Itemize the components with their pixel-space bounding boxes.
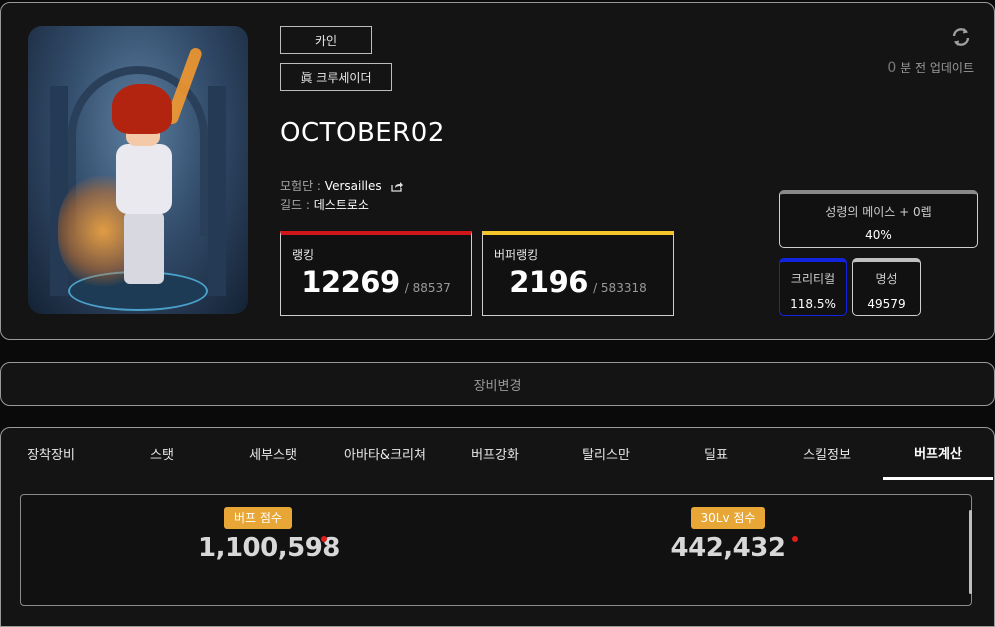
ranking-value: 12269 (301, 265, 400, 299)
lv30-score: 30Lv 점수 442,432 (668, 494, 788, 563)
share-icon[interactable] (391, 181, 404, 192)
adventure-name[interactable]: Versailles (325, 179, 382, 193)
update-suffix: 분 전 업데이트 (900, 61, 974, 75)
portrait-pillar-right (208, 86, 226, 296)
guild-line: 길드 : 데스트로소 (280, 196, 369, 213)
portrait-legs (124, 212, 164, 284)
mace-stat-box: 성령의 메이스 + 0렙 40% (779, 190, 978, 248)
guild-name: 데스트로소 (313, 198, 369, 212)
fame-label: 명성 (875, 272, 898, 286)
ranking-box: 랭킹 12269 / 88537 (280, 231, 472, 316)
buff-score-value: 1,100,598 (198, 533, 340, 563)
update-status: 0 분 전 업데이트 (887, 59, 974, 76)
tab-detail-stats[interactable]: 세부스탯 (218, 427, 328, 480)
buffer-ranking-label: 버퍼랭킹 (494, 248, 539, 262)
character-portrait (28, 26, 248, 314)
class-tag: 眞 크루세이더 (280, 63, 392, 91)
fame-stat-box: 명성 49579 (852, 258, 921, 316)
lv30-score-value: 442,432 (670, 533, 786, 563)
ranking-total: / 88537 (404, 281, 451, 295)
tab-stats[interactable]: 스탯 (107, 427, 217, 480)
server-tag: 카인 (280, 26, 372, 54)
tab-buff-calc[interactable]: 버프계산 (883, 427, 993, 480)
buff-score: 버프 점수 1,100,598 (198, 494, 340, 563)
lv30-score-dot (792, 536, 798, 542)
refresh-icon[interactable] (950, 26, 972, 48)
equip-change-button[interactable]: 장비변경 (0, 362, 995, 406)
fame-value: 49579 (867, 297, 906, 311)
portrait-body (116, 144, 172, 214)
buffer-ranking-value: 2196 (509, 265, 588, 299)
lv30-score-label: 30Lv 점수 (690, 507, 766, 529)
buff-score-dot (321, 536, 327, 542)
tab-buff-enhance[interactable]: 버프강화 (440, 427, 550, 480)
mace-value: 40% (865, 228, 892, 242)
tab-skill-info[interactable]: 스킬정보 (772, 427, 882, 480)
adventure-line: 모험단 : Versailles (280, 177, 404, 194)
ranking-label: 랭킹 (292, 248, 315, 262)
buffer-ranking-box: 버퍼랭킹 2196 / 583318 (482, 231, 674, 316)
score-panel (20, 494, 972, 606)
critical-value: 118.5% (790, 297, 836, 311)
tab-bar: 장착장비 스탯 세부스탯 아바타&크리쳐 버프강화 탈리스만 딜표 스킬정보 버… (0, 427, 995, 480)
critical-stat-box: 크리티컬 118.5% (779, 258, 847, 316)
tab-avatar-creature[interactable]: 아바타&크리쳐 (330, 427, 440, 480)
score-panel-scrollbar[interactable] (969, 510, 972, 594)
tab-equipment[interactable]: 장착장비 (0, 427, 106, 480)
tab-damage-table[interactable]: 딜표 (661, 427, 771, 480)
tab-talisman[interactable]: 탈리스만 (551, 427, 661, 480)
critical-label: 크리티컬 (790, 272, 836, 286)
update-minutes: 0 (887, 60, 897, 76)
buffer-ranking-total: / 583318 (593, 281, 647, 295)
mace-label: 성령의 메이스 + 0렙 (825, 205, 932, 219)
buff-score-label: 버프 점수 (224, 507, 292, 529)
adventure-label: 모험단 : (280, 179, 325, 193)
guild-label: 길드 : (280, 198, 314, 212)
portrait-hair (112, 84, 172, 134)
character-name: OCTOBER02 (280, 118, 445, 148)
